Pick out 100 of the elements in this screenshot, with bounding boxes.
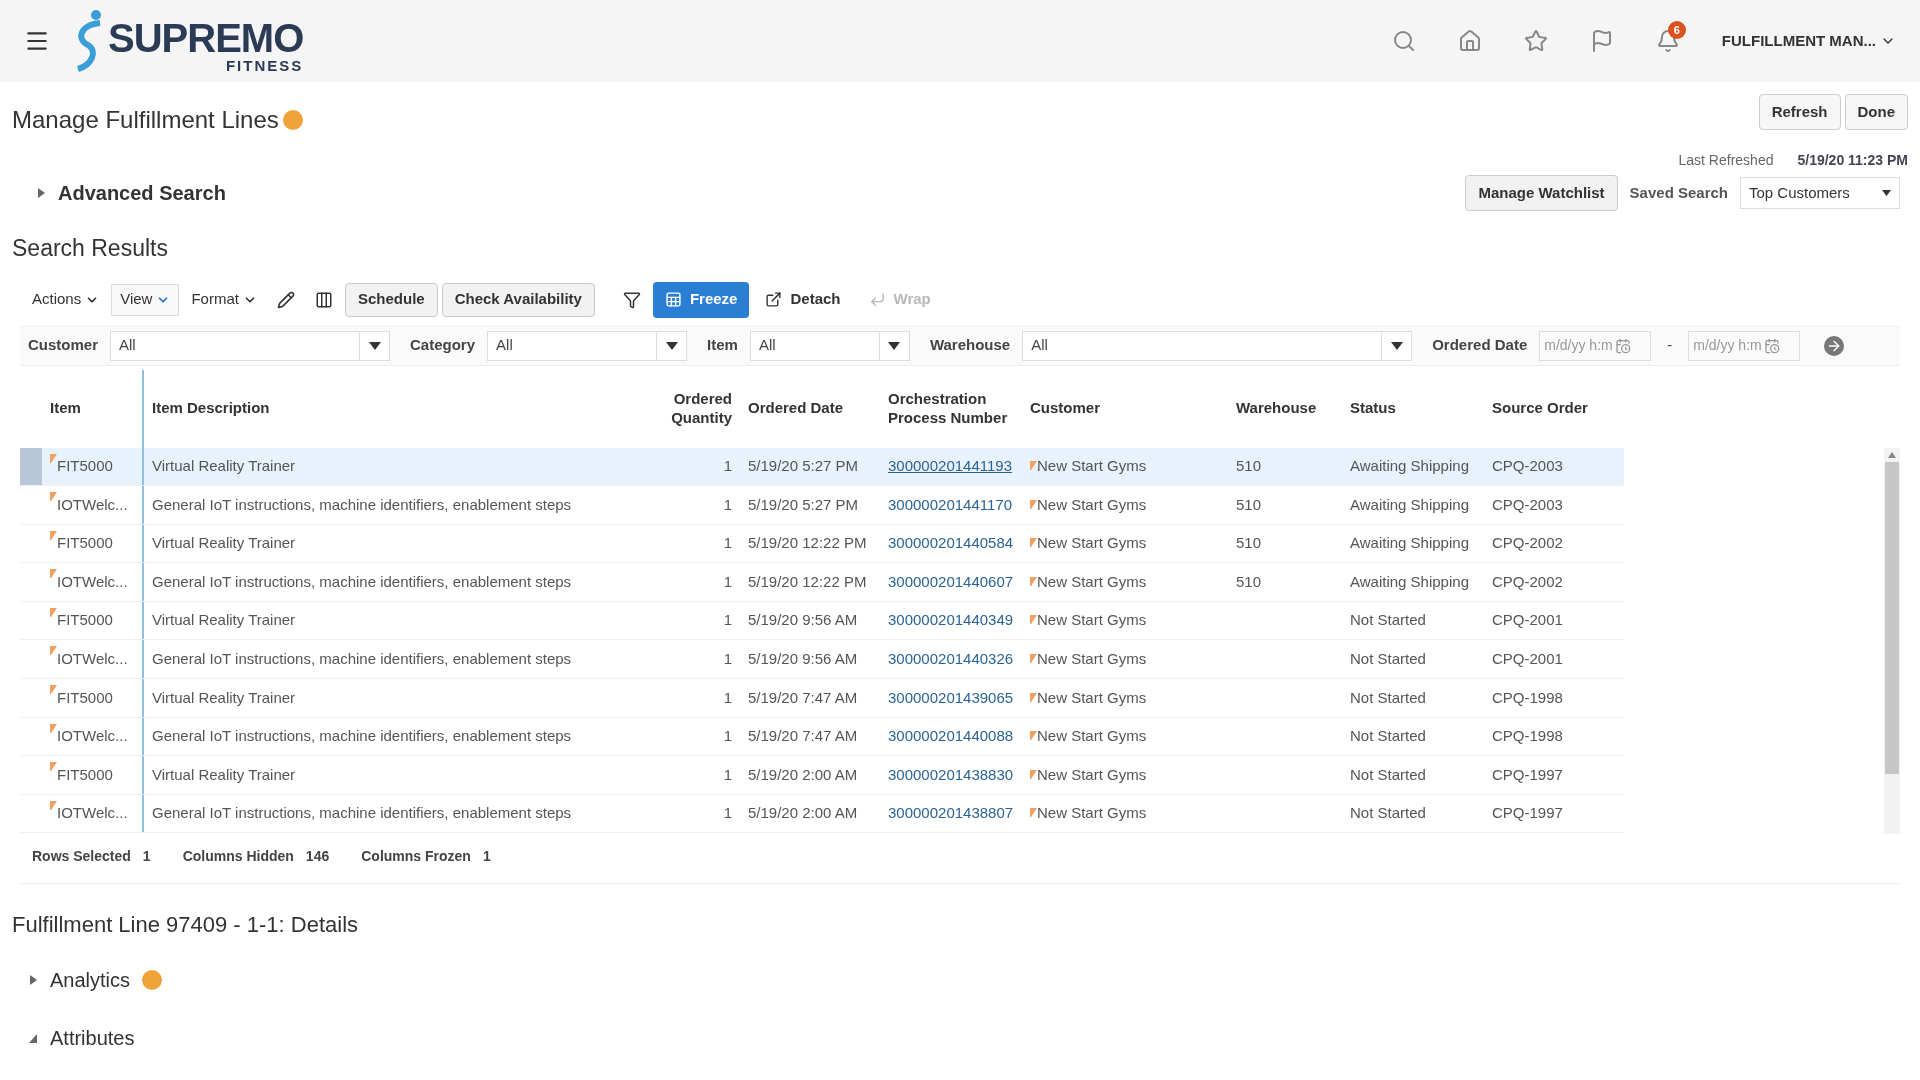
- edit-icon[interactable]: [276, 290, 295, 309]
- home-icon[interactable]: [1457, 29, 1482, 53]
- table-cell-text: 510: [1235, 456, 1263, 477]
- column-header[interactable]: Orchestration Process Number: [880, 369, 1022, 448]
- table-row[interactable]: FIT5000 Virtual Reality Trainer 1 5/19/20 12:22 PM 300000201440584 New Start Gyms 510 Awaiting Shipping CPQ-2002: [20, 524, 1624, 564]
- last-refreshed-label: Last Refreshed: [1678, 151, 1774, 170]
- table-cell-text: CPQ-1998: [1491, 687, 1564, 708]
- process-number-link[interactable]: 300000201438830: [880, 763, 1022, 787]
- toolbar-button[interactable]: Check Availability: [441, 282, 595, 317]
- column-header[interactable]: Warehouse: [1228, 369, 1342, 448]
- table-cell-text: New Start Gyms: [1037, 803, 1147, 824]
- column-header[interactable]: Ordered Date: [740, 369, 880, 448]
- dropdown-arrow-icon[interactable]: [665, 341, 678, 350]
- filter-icon[interactable]: [622, 290, 641, 309]
- filter-label: Ordered Date: [1431, 335, 1529, 356]
- manage-watchlist-button[interactable]: Manage Watchlist: [1465, 175, 1618, 211]
- columns-icon[interactable]: [314, 290, 333, 309]
- table-row[interactable]: FIT5000 Virtual Reality Trainer 1 5/19/20 5:27 PM 300000201441193 New Start Gyms 510 Awaiting Shipping CPQ-2003: [20, 447, 1624, 487]
- process-number-link[interactable]: 300000201440584: [880, 532, 1022, 555]
- footer-label: Rows Selected: [32, 846, 131, 866]
- column-header[interactable]: Item Description: [144, 369, 658, 448]
- column-header[interactable]: Ordered Quantity: [658, 369, 740, 448]
- page-title: Manage Fulfillment Lines: [12, 105, 279, 135]
- star-icon[interactable]: [1523, 29, 1548, 53]
- expand-toggle-icon[interactable]: [28, 973, 38, 986]
- scrollbar[interactable]: [1884, 447, 1900, 834]
- table-row[interactable]: FIT5000 Virtual Reality Trainer 1 5/19/20 2:00 AM 300000201438830 New Start Gyms Not Started CPQ-1997: [20, 756, 1624, 795]
- table-cell-text: 1: [722, 649, 733, 669]
- table-row[interactable]: IOTWelc... General IoT instructions, machine identifiers, enablement steps 1 5/19/20 2:00 AM 300000201438807 New Start Gyms Not Started CPQ-1997: [20, 794, 1624, 834]
- table-row[interactable]: IOTWelc... General IoT instructions, machine identifiers, enablement steps 1 5/19/20 5:27 PM 300000201441170 New Start Gyms 510 Awaiting Shipping CPQ-2003: [20, 486, 1624, 525]
- column-header[interactable]: Status: [1342, 369, 1484, 448]
- table-cell-text: Awaiting Shipping: [1349, 571, 1470, 592]
- table-row[interactable]: IOTWelc... General IoT instructions, machine identifiers, enablement steps 1 5/19/20 12:22 PM 300000201440607 New Start Gyms 510 Awaiting Shipping CPQ-2002: [20, 563, 1624, 602]
- go-icon[interactable]: [1824, 335, 1845, 356]
- table-cell-text: Not Started: [1349, 687, 1427, 708]
- table-cell-text: 5/19/20 12:22 PM: [747, 533, 868, 554]
- flag-marker-icon: [50, 800, 57, 810]
- footer-label: Columns Frozen: [361, 846, 471, 866]
- column-header[interactable]: Source Order: [1484, 369, 1624, 448]
- process-number-link[interactable]: 300000201439065: [880, 686, 1022, 710]
- filter-label: Category: [409, 335, 477, 356]
- collapsible-section-header[interactable]: Analytics: [28, 964, 1892, 995]
- table-cell-text: CPQ-1998: [1491, 726, 1564, 747]
- table-cell-text: New Start Gyms: [1037, 649, 1147, 669]
- toolbar-button[interactable]: Schedule: [344, 282, 438, 317]
- user-menu[interactable]: FULFILLMENT MAN...: [1721, 29, 1896, 53]
- process-number-link[interactable]: 300000201441170: [880, 493, 1022, 517]
- footer-value: 146: [305, 846, 330, 866]
- section-heading[interactable]: Advanced Search: [58, 178, 226, 208]
- freeze-button[interactable]: Freeze: [652, 281, 750, 318]
- table-cell-text: FIT5000: [57, 610, 113, 631]
- detach-button[interactable]: Detach: [753, 281, 853, 318]
- page-button[interactable]: Done: [1844, 94, 1908, 130]
- table-cell-text: 1: [722, 726, 733, 747]
- expand-toggle-icon[interactable]: [36, 187, 46, 199]
- table-cell-text: New Start Gyms: [1037, 571, 1147, 592]
- dropdown-arrow-icon[interactable]: [1882, 190, 1891, 196]
- table-cell-text: 1: [722, 533, 733, 554]
- saved-search-dropdown[interactable]: Top Customers: [1740, 177, 1900, 209]
- table-cell-text: Awaiting Shipping: [1349, 533, 1470, 554]
- filter-dropdown[interactable]: All: [1022, 330, 1413, 361]
- process-number-link[interactable]: 300000201440349: [880, 609, 1022, 632]
- view-menu-button[interactable]: View: [111, 283, 180, 316]
- scroll-up-arrow-icon[interactable]: [1888, 451, 1896, 458]
- table-row[interactable]: FIT5000 Virtual Reality Trainer 1 5/19/20 9:56 AM 300000201440349 New Start Gyms Not Started CPQ-2001: [20, 601, 1624, 641]
- filter-dropdown[interactable]: All: [487, 330, 688, 361]
- page-button[interactable]: Refresh: [1758, 94, 1841, 130]
- calendar-icon[interactable]: [1614, 337, 1631, 354]
- filter-dropdown[interactable]: All: [749, 330, 910, 361]
- table-cell-text: FIT5000: [57, 533, 113, 554]
- table-cell-text: CPQ-2001: [1491, 649, 1564, 669]
- table-cell-text: 5/19/20 5:27 PM: [747, 456, 860, 477]
- table-cell-text: CPQ-2002: [1491, 533, 1564, 554]
- table-cell-text: Virtual Reality Trainer: [151, 610, 297, 631]
- external-window-icon: [765, 291, 783, 308]
- flag-marker-icon: [50, 723, 57, 733]
- dropdown-arrow-icon[interactable]: [888, 341, 901, 350]
- filter-dropdown[interactable]: All: [110, 330, 390, 361]
- dropdown-arrow-icon[interactable]: [1390, 341, 1403, 350]
- process-number-link[interactable]: 300000201440088: [880, 725, 1022, 748]
- table-cell-text: 1: [722, 610, 733, 631]
- search-icon[interactable]: [1391, 29, 1416, 53]
- flag-marker-icon: [1030, 576, 1037, 586]
- column-header[interactable]: Customer: [1022, 369, 1228, 448]
- table-row[interactable]: FIT5000 Virtual Reality Trainer 1 5/19/20 7:47 AM 300000201439065 New Start Gyms Not Started CPQ-1998: [20, 679, 1624, 718]
- process-number-link[interactable]: 300000201440326: [880, 648, 1022, 671]
- collapsible-section-header[interactable]: Attributes: [28, 1022, 1892, 1053]
- table-row[interactable]: IOTWelc... General IoT instructions, machine identifiers, enablement steps 1 5/19/20 7:47 AM 300000201440088 New Start Gyms Not Started CPQ-1998: [20, 717, 1624, 757]
- menu-button[interactable]: Format: [183, 283, 265, 316]
- logo-text: SUPREMO: [108, 18, 304, 58]
- process-number-link[interactable]: 300000201438807: [880, 802, 1022, 825]
- process-number-link[interactable]: 300000201441193: [880, 455, 1022, 478]
- dropdown-arrow-icon[interactable]: [368, 341, 381, 350]
- process-number-link[interactable]: 300000201440607: [880, 570, 1022, 594]
- flag-marker-icon: [1030, 769, 1037, 779]
- table-row[interactable]: IOTWelc... General IoT instructions, machine identifiers, enablement steps 1 5/19/20 9:56 AM 300000201440326 New Start Gyms Not Started CPQ-2001: [20, 640, 1624, 680]
- menu-button[interactable]: Actions: [24, 283, 108, 316]
- calendar-icon[interactable]: [1763, 337, 1780, 354]
- table-cell-text: FIT5000: [57, 687, 113, 708]
- table-cell-text: CPQ-2003: [1491, 494, 1564, 515]
